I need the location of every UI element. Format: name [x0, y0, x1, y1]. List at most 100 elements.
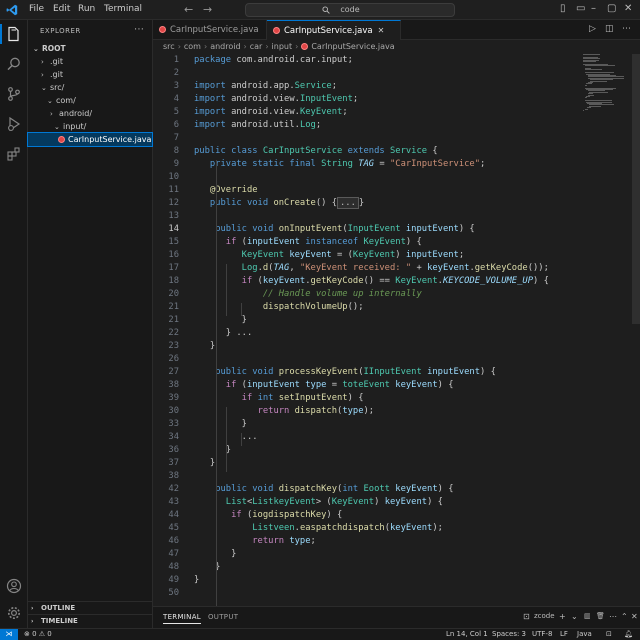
- code-line[interactable]: 17 Log.d(TAG, "KeyEvent received: " + ke…: [153, 262, 583, 275]
- code-line[interactable]: 14 public void onInputEvent(InputEvent i…: [153, 223, 583, 236]
- code-line[interactable]: 50: [153, 587, 583, 600]
- account-icon[interactable]: [6, 578, 22, 594]
- code-line[interactable]: 7: [153, 132, 583, 145]
- more-actions-icon[interactable]: ⋯: [622, 24, 631, 34]
- more-actions-icon[interactable]: ⋯: [134, 24, 144, 35]
- code-line[interactable]: 39 if int setInputEvent) {: [153, 392, 583, 405]
- code-line[interactable]: 10: [153, 171, 583, 184]
- code-line[interactable]: 47 }: [153, 548, 583, 561]
- code-line[interactable]: 13: [153, 210, 583, 223]
- minimize-icon[interactable]: –: [591, 3, 596, 14]
- menu-run[interactable]: Run: [78, 4, 95, 14]
- problems-indicator[interactable]: ⊗ 0 ⚠ 0: [24, 629, 52, 640]
- code-line[interactable]: 26: [153, 353, 583, 366]
- code-line[interactable]: 49}: [153, 574, 583, 587]
- menu-file[interactable]: File: [29, 4, 44, 14]
- breadcrumb-item[interactable]: input: [272, 42, 293, 51]
- code-line[interactable]: 34 ...: [153, 431, 583, 444]
- code-line[interactable]: 8 public class CarInputService extends Se…: [153, 145, 583, 158]
- editor-scrollbar[interactable]: [632, 54, 640, 324]
- code-line[interactable]: 33 }: [153, 418, 583, 431]
- code-line[interactable]: 48 }: [153, 561, 583, 574]
- terminal-shell-icon[interactable]: ⊡: [523, 612, 530, 621]
- minimap[interactable]: [583, 54, 631, 114]
- tree-item-com[interactable]: ⌄ com/: [28, 94, 152, 107]
- settings-gear-icon[interactable]: [6, 605, 22, 621]
- code-line[interactable]: 18 if (keyEvent.getKeyCode() == KeyEvent…: [153, 275, 583, 288]
- breadcrumb-item[interactable]: com: [184, 42, 201, 51]
- code-line[interactable]: 3 import android.app.Service;: [153, 80, 583, 93]
- layout-panel-icon[interactable]: ▭: [576, 3, 585, 14]
- tree-item-src[interactable]: ⌄ src/: [28, 81, 152, 94]
- code-line[interactable]: 44 if (iogdispatchKey) {: [153, 509, 583, 522]
- indentation[interactable]: Spaces: 3: [492, 629, 526, 640]
- run-icon[interactable]: ▷: [589, 24, 596, 34]
- line-ending[interactable]: LF: [560, 629, 568, 640]
- more-actions-icon[interactable]: ⋯: [609, 612, 617, 621]
- back-arrow-icon[interactable]: ←: [184, 3, 193, 16]
- code-line[interactable]: 45 Listveen.easpatchdispatch(keyEvent);: [153, 522, 583, 535]
- terminal-dropdown-icon[interactable]: ⌄: [571, 612, 578, 621]
- tab-output[interactable]: OUTPUT: [208, 613, 238, 621]
- code-line[interactable]: 38 if (inputEvent type = toteEvent keyEv…: [153, 379, 583, 392]
- code-line[interactable]: 37 }: [153, 457, 583, 470]
- breadcrumb-item[interactable]: car: [250, 42, 263, 51]
- command-center-search[interactable]: code: [245, 3, 455, 17]
- cursor-position[interactable]: Ln 14, Col 1: [446, 629, 488, 640]
- layout-sidebar-icon[interactable]: ▯: [560, 3, 566, 14]
- code-line[interactable]: 16 KeyEvent keyEvent = (KeyEvent) inputE…: [153, 249, 583, 262]
- close-panel-icon[interactable]: ✕: [631, 612, 638, 621]
- extensions-icon[interactable]: [6, 146, 22, 162]
- code-line[interactable]: 42 public void dispatchKey(int Eoott key…: [153, 483, 583, 496]
- tab-carinputservice-inactive[interactable]: CarInputService.java: [153, 20, 267, 40]
- breadcrumb-item[interactable]: android: [210, 42, 240, 51]
- menu-terminal[interactable]: Terminal: [104, 4, 142, 14]
- breadcrumb-item[interactable]: src: [163, 42, 175, 51]
- menu-edit[interactable]: Edit: [53, 4, 70, 14]
- tree-item-carinputservice[interactable]: CarInputService.java: [27, 132, 153, 147]
- code-line[interactable]: 46 return type;: [153, 535, 583, 548]
- run-debug-icon[interactable]: [6, 116, 22, 132]
- terminal-shell-label[interactable]: zcode: [534, 612, 555, 620]
- search-icon[interactable]: [6, 56, 22, 72]
- maximize-panel-icon[interactable]: ⌃: [621, 612, 628, 621]
- encoding[interactable]: UTF-8: [532, 629, 552, 640]
- layout-icon[interactable]: ⊡: [606, 629, 612, 640]
- code-line[interactable]: 2: [153, 67, 583, 80]
- code-line[interactable]: 20 // Handle volume up internally: [153, 288, 583, 301]
- code-line[interactable]: 36 }: [153, 444, 583, 457]
- tree-item-git[interactable]: › .git: [28, 68, 152, 81]
- code-line[interactable]: 22 } ...: [153, 327, 583, 340]
- tree-root[interactable]: ⌄ ROOT: [28, 42, 152, 55]
- code-line[interactable]: 9 private static final String TAG = "Car…: [153, 158, 583, 171]
- close-window-icon[interactable]: ✕: [624, 3, 632, 14]
- code-line[interactable]: 38: [153, 470, 583, 483]
- code-line[interactable]: 12 public void onCreate() {...}: [153, 197, 583, 210]
- tree-item-git[interactable]: › .git: [28, 55, 152, 68]
- new-terminal-icon[interactable]: +: [559, 612, 566, 621]
- code-line[interactable]: 27 public void processKeyEvent(IInputEve…: [153, 366, 583, 379]
- trash-icon[interactable]: 🗑: [596, 612, 605, 620]
- notifications-bell-icon[interactable]: 🔔︎: [624, 629, 633, 640]
- language-mode[interactable]: Java: [577, 629, 592, 640]
- close-tab-icon[interactable]: ✕: [378, 26, 385, 35]
- maximize-icon[interactable]: ▢: [607, 3, 616, 14]
- code-line[interactable]: 1 package com.android.car.input;: [153, 54, 583, 67]
- code-line[interactable]: 6 import android.util.Log;: [153, 119, 583, 132]
- tab-terminal[interactable]: TERMINAL: [163, 613, 201, 624]
- explorer-icon[interactable]: [6, 26, 22, 42]
- code-line[interactable]: 21 dispatchVolumeUp();: [153, 301, 583, 314]
- forward-arrow-icon[interactable]: →: [203, 3, 212, 16]
- breadcrumb-item[interactable]: CarInputService.java: [311, 42, 394, 51]
- split-editor-icon[interactable]: ◫: [605, 24, 614, 34]
- code-line[interactable]: 15 if (inputEvent instanceof KeyEvent) {: [153, 236, 583, 249]
- tree-item-android[interactable]: › android/: [28, 107, 152, 120]
- tab-carinputservice-active[interactable]: CarInputService.java ✕: [267, 20, 401, 40]
- code-line[interactable]: 23 }: [153, 340, 583, 353]
- code-line[interactable]: 21 }: [153, 314, 583, 327]
- timeline-section[interactable]: › TIMELINE: [28, 614, 153, 627]
- outline-section[interactable]: › OUTLINE: [28, 601, 153, 614]
- code-line[interactable]: 11 @Override: [153, 184, 583, 197]
- remote-indicator-icon[interactable]: ⋊: [0, 629, 18, 640]
- code-line[interactable]: 5 import android.view.KeyEvent;: [153, 106, 583, 119]
